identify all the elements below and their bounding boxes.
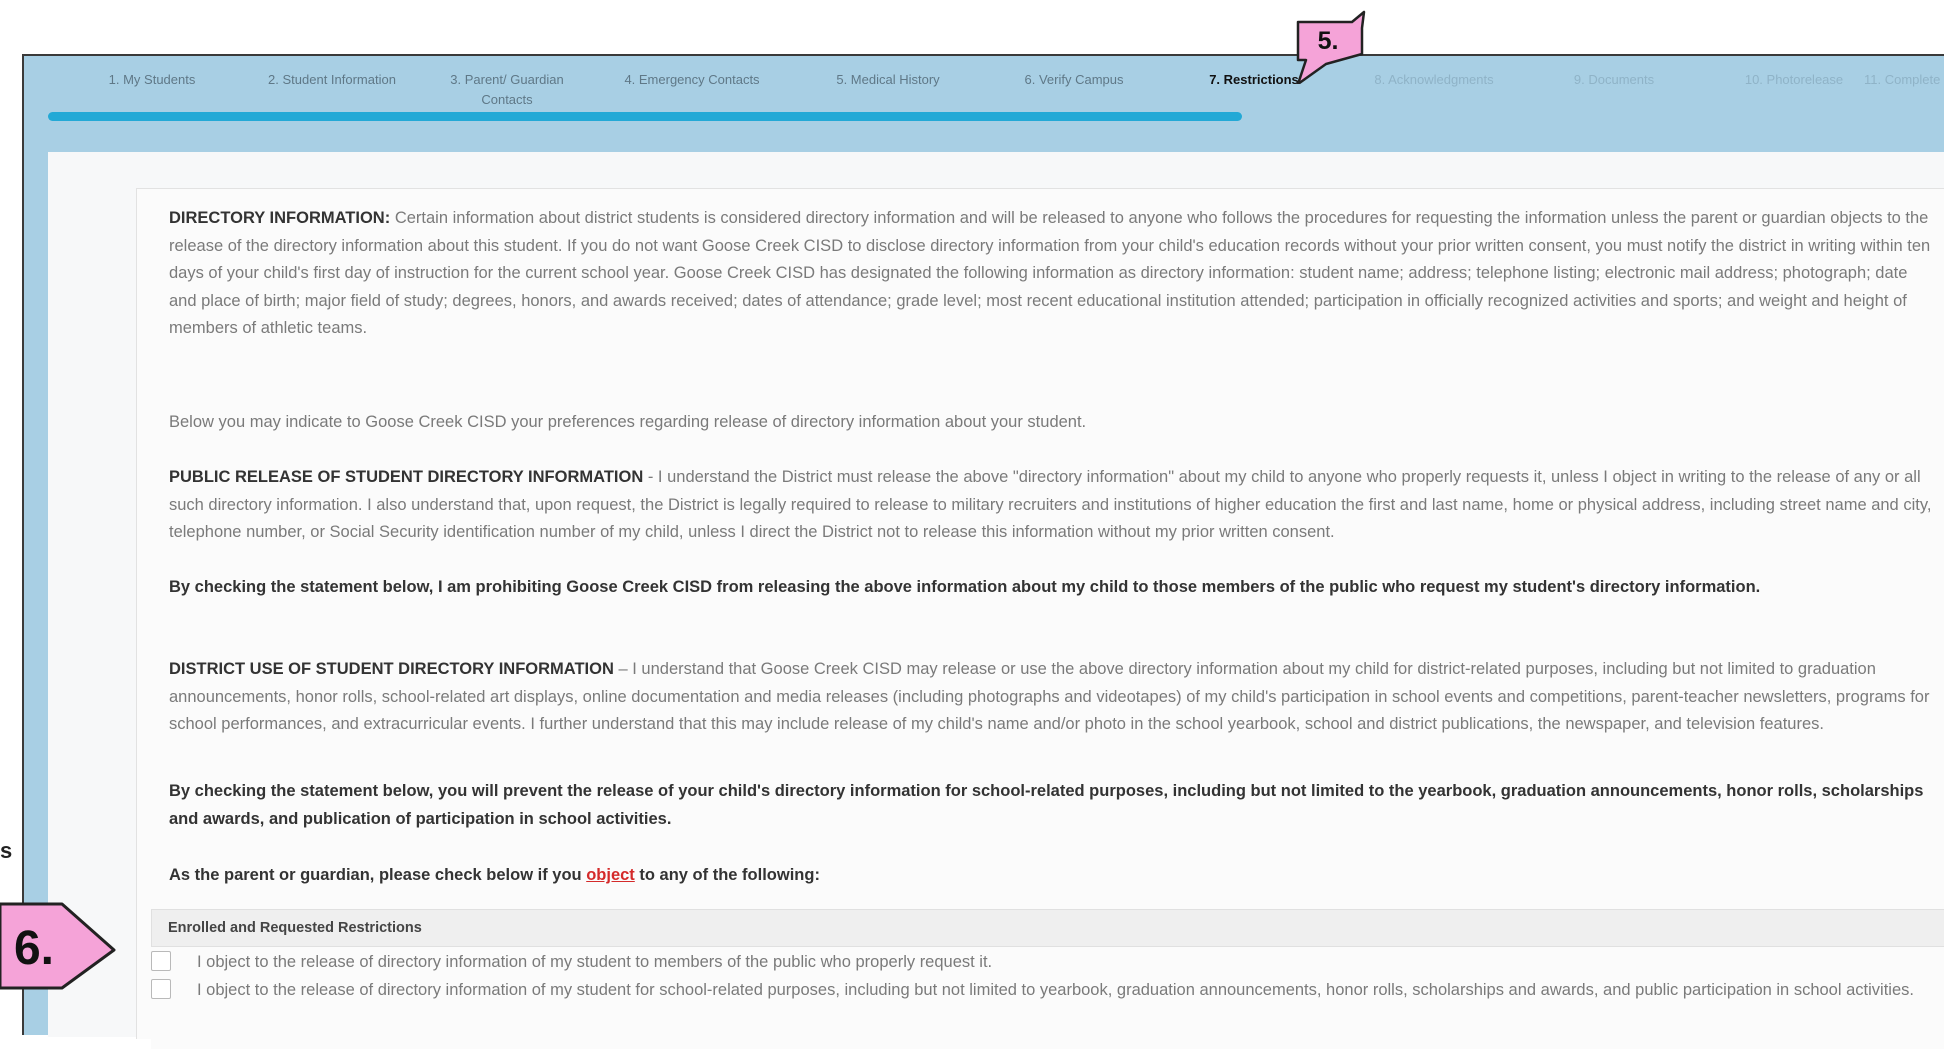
district-use-paragraph: DISTRICT USE OF STUDENT DIRECTORY INFORM… (169, 656, 1939, 739)
content-area: DIRECTORY INFORMATION: Certain informati… (48, 152, 1944, 1049)
step-emergency-contacts[interactable]: 4. Emergency Contacts (612, 70, 772, 90)
restrictions-panel: DIRECTORY INFORMATION: Certain informati… (136, 188, 1944, 1049)
step-photorelease[interactable]: 10. Photorelease (1714, 70, 1874, 90)
step-my-students[interactable]: 1. My Students (72, 70, 232, 90)
step-parent-guardian-contacts[interactable]: 3. Parent/ Guardian Contacts (432, 70, 582, 110)
district-use-heading: DISTRICT USE OF STUDENT DIRECTORY INFORM… (169, 660, 614, 678)
public-release-heading: PUBLIC RELEASE OF STUDENT DIRECTORY INFO… (169, 468, 644, 486)
restrictions-table-header: Enrolled and Requested Restrictions (151, 909, 1944, 947)
object-link[interactable]: object (586, 866, 635, 884)
step-verify-campus[interactable]: 6. Verify Campus (994, 70, 1154, 90)
prevent-statement: By checking the statement below, you wil… (169, 782, 1924, 828)
restriction-public-label[interactable]: I object to the release of directory inf… (197, 949, 1944, 977)
object-prompt: As the parent or guardian, please check … (169, 862, 1939, 890)
object-prompt-before: As the parent or guardian, please check … (169, 866, 587, 884)
step-complete[interactable]: 11. Complete (1864, 70, 1944, 90)
directory-information-body: Certain information about district stude… (169, 209, 1931, 337)
object-prompt-after: to any of the following: (634, 866, 820, 884)
preferences-intro: Below you may indicate to Goose Creek CI… (169, 413, 1087, 431)
callout-step-5-label: 5. (1318, 27, 1339, 55)
step-documents[interactable]: 9. Documents (1534, 70, 1694, 90)
callout-step-6-label: 6. (14, 922, 54, 975)
step-navigation: 1. My Students 2. Student Information 3.… (24, 56, 1944, 166)
directory-information-paragraph: DIRECTORY INFORMATION: Certain informati… (169, 205, 1939, 343)
step-medical-history[interactable]: 5. Medical History (808, 70, 968, 90)
public-release-paragraph: PUBLIC RELEASE OF STUDENT DIRECTORY INFO… (169, 464, 1939, 547)
prohibit-statement: By checking the statement below, I am pr… (169, 578, 1761, 596)
wizard-frame: 1. My Students 2. Student Information 3.… (22, 54, 1944, 1049)
callout-step-5: 5. (1296, 10, 1366, 84)
cropped-side-text: s (0, 838, 13, 863)
restriction-school-label[interactable]: I object to the release of directory inf… (197, 977, 1944, 1005)
restriction-public-checkbox[interactable] (151, 951, 171, 971)
directory-information-heading: DIRECTORY INFORMATION: (169, 209, 391, 227)
step-student-information[interactable]: 2. Student Information (252, 70, 412, 90)
restriction-school-checkbox[interactable] (151, 979, 171, 999)
progress-bar (48, 112, 1242, 121)
callout-step-6: 6. (0, 902, 116, 990)
restrictions-table: Enrolled and Requested Restrictions I ob… (151, 909, 1944, 1049)
